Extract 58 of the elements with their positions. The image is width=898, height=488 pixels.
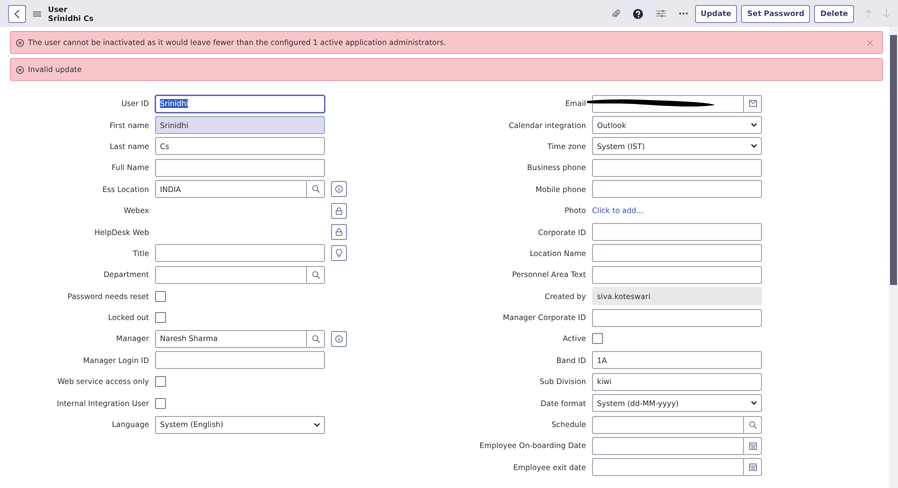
- lightbulb-button[interactable]: [331, 245, 347, 262]
- text-field[interactable]: [592, 180, 762, 198]
- text-field[interactable]: [592, 308, 762, 327]
- chevron-left-icon: [13, 8, 21, 18]
- text-field[interactable]: [155, 351, 325, 370]
- lock-button[interactable]: [331, 224, 347, 240]
- caret-icon: [314, 422, 320, 427]
- lookup-field[interactable]: [155, 266, 307, 284]
- envelope-icon: [748, 100, 756, 108]
- search-icon: [312, 185, 320, 194]
- text-field[interactable]: [155, 244, 325, 262]
- search-icon: [312, 270, 320, 279]
- date-field[interactable]: [592, 436, 744, 455]
- menu-icon[interactable]: [33, 10, 41, 16]
- lookup-field[interactable]: [592, 416, 744, 434]
- scrollbar-thumb[interactable]: [890, 35, 897, 285]
- caret-icon: [751, 401, 757, 406]
- text-field[interactable]: [592, 158, 762, 177]
- close-icon[interactable]: [867, 40, 873, 46]
- text-field[interactable]: [155, 158, 325, 177]
- calendar-icon: [748, 442, 756, 450]
- checkbox[interactable]: [155, 312, 166, 324]
- help-icon[interactable]: [632, 8, 643, 18]
- error-icon: [16, 66, 24, 74]
- checkbox[interactable]: [155, 376, 166, 388]
- search-button[interactable]: [307, 180, 325, 198]
- scrollbar[interactable]: [889, 27, 898, 488]
- caret-icon: [751, 144, 757, 148]
- lock-icon: [335, 206, 343, 215]
- paperclip-icon[interactable]: [612, 8, 620, 18]
- back-button[interactable]: [8, 4, 26, 22]
- caret-icon: [751, 123, 757, 128]
- text-field[interactable]: [592, 244, 762, 262]
- search-button[interactable]: [307, 266, 325, 284]
- text-field[interactable]: [592, 223, 762, 242]
- checkbox[interactable]: [592, 333, 603, 344]
- search-icon: [748, 420, 756, 429]
- search-button[interactable]: [307, 330, 325, 348]
- text-field[interactable]: [592, 266, 762, 284]
- search-button[interactable]: [744, 416, 762, 434]
- info-icon: [335, 185, 343, 194]
- error-icon: [16, 38, 24, 46]
- lightbulb-icon: [335, 248, 343, 258]
- sliders-icon[interactable]: [656, 9, 666, 18]
- info-button[interactable]: [331, 181, 347, 198]
- calendar-button[interactable]: [744, 458, 762, 476]
- info-button[interactable]: [331, 330, 347, 347]
- search-icon: [312, 334, 320, 343]
- checkbox[interactable]: [155, 290, 166, 302]
- lock-button[interactable]: [331, 202, 347, 219]
- more-icon[interactable]: [678, 12, 688, 15]
- calendar-button[interactable]: [744, 436, 762, 455]
- info-icon: [335, 334, 343, 343]
- email-button[interactable]: [744, 94, 762, 113]
- checkbox[interactable]: [155, 398, 166, 409]
- calendar-icon: [748, 463, 756, 472]
- date-field[interactable]: [592, 458, 744, 476]
- lock-icon: [335, 228, 343, 236]
